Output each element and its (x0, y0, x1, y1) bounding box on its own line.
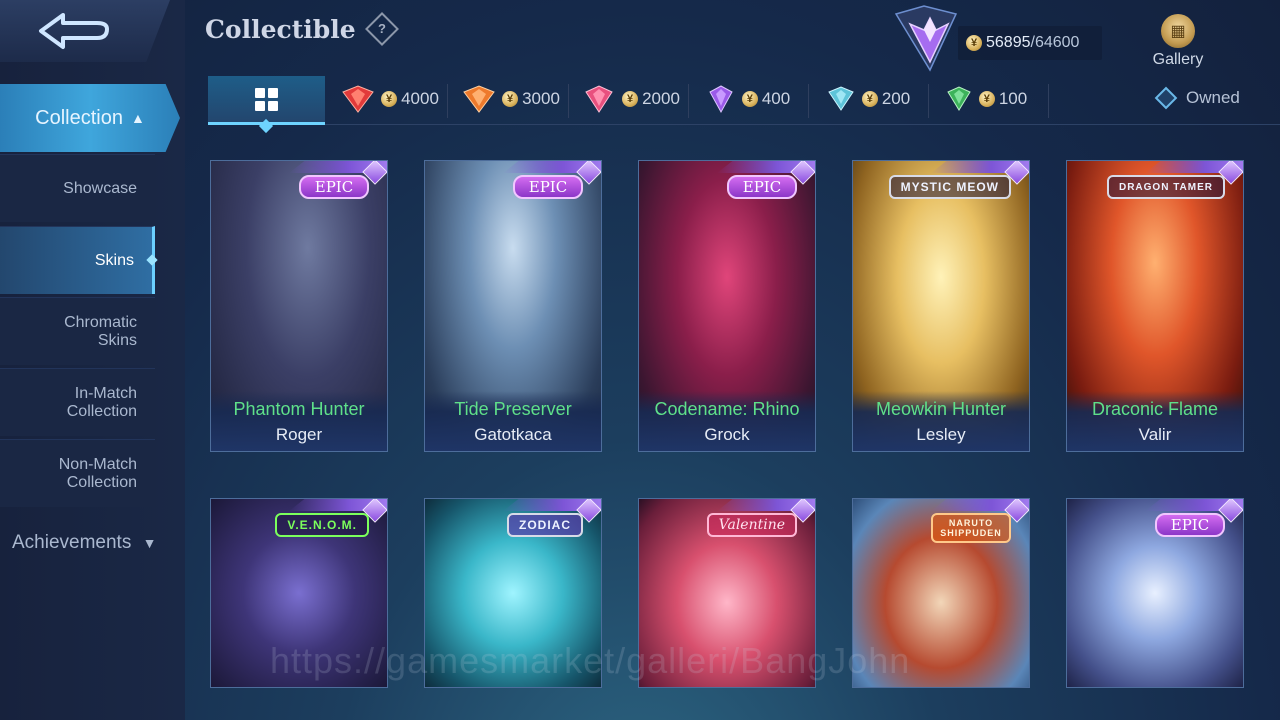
sidebar-item-chromatic-skins[interactable]: Chromatic Skins (0, 297, 155, 365)
sidebar: Collection ▲ Showcase Skins Chromatic Sk… (0, 0, 185, 720)
card-caption: Phantom Hunter Roger (211, 391, 387, 451)
skin-name: Codename: Rhino (654, 399, 800, 419)
tab-price: 400 (761, 89, 791, 108)
owned-label: Owned (1186, 88, 1240, 107)
active-tab-pointer-icon (258, 118, 274, 134)
sidebar-item-label: Non-Match Collection (58, 455, 137, 491)
skin-card[interactable]: EPIC Tide Preserver Gatotkaca (424, 160, 602, 452)
collection-nav-button[interactable]: Collection ▲ (0, 84, 180, 152)
tab-price-100[interactable]: ¥ 100 (936, 76, 1036, 122)
card-caption: Meowkin Hunter Lesley (853, 391, 1029, 451)
coin-icon: ¥ (741, 91, 758, 107)
orange-gem-icon (463, 85, 495, 113)
sidebar-item-skins[interactable]: Skins (0, 226, 158, 294)
gallery-label: Gallery (1152, 51, 1204, 68)
green-gem-icon (947, 86, 971, 111)
achievements-nav-button[interactable]: Achievements ▼ (12, 532, 156, 554)
currency-display: ¥ 56895 /64600 (958, 26, 1102, 60)
series-logo-badge: ZODIAC (507, 513, 583, 537)
coin-icon: ¥ (502, 91, 519, 107)
tab-price-400[interactable]: ¥ 400 (698, 76, 798, 122)
red-gem-icon (342, 85, 374, 113)
owned-filter-toggle[interactable]: Owned (1154, 86, 1240, 110)
teal-gem-icon (828, 86, 854, 111)
hero-name: Roger (275, 425, 323, 444)
series-logo-badge: NARUTO SHIPPUDEN (931, 513, 1011, 543)
skin-name: Tide Preserver (454, 399, 572, 419)
tier-badge: EPIC (513, 175, 583, 199)
tab-divider (808, 84, 809, 118)
coin-icon: ¥ (966, 35, 982, 51)
tab-price: 200 (881, 89, 911, 108)
tab-price: 100 (998, 89, 1028, 108)
series-logo-badge: DRAGON TAMER (1106, 175, 1225, 199)
card-caption: Tide Preserver Gatotkaca (425, 391, 601, 451)
purple-gem-icon (709, 85, 733, 114)
card-caption: Codename: Rhino Grock (639, 391, 815, 451)
tier-badge: EPIC (1155, 513, 1225, 537)
price-filter-tabs: ¥ 4000 ¥ 3000 ¥ 2000 ¥ 400 ¥ 200 ¥ 100 (208, 76, 1280, 134)
tier-badge: EPIC (727, 175, 797, 199)
hero-name: Valir (1138, 425, 1172, 444)
owned-diamond-icon (1154, 86, 1178, 110)
gallery-button[interactable]: ▦ Gallery (1148, 14, 1208, 69)
sidebar-item-in-match-collection[interactable]: In-Match Collection (0, 368, 155, 436)
tab-all[interactable] (208, 76, 325, 134)
skin-card[interactable]: EPIC (1066, 498, 1244, 688)
active-indicator-icon (146, 254, 158, 266)
skin-card[interactable]: DRAGON TAMER Draconic Flame Valir (1066, 160, 1244, 452)
back-arrow-icon (39, 13, 109, 49)
tab-price: 3000 (522, 89, 560, 108)
skin-name: Draconic Flame (1091, 399, 1219, 419)
tab-divider (447, 84, 448, 118)
hero-name: Lesley (916, 425, 966, 444)
coin-icon: ¥ (622, 91, 639, 107)
chevron-up-icon: ▲ (130, 110, 145, 126)
tab-price: 2000 (642, 89, 680, 108)
tier-badge: EPIC (299, 175, 369, 199)
currency-current: 56895 (986, 34, 1031, 51)
tab-divider (928, 84, 929, 118)
sidebar-item-label: Skins (94, 251, 134, 269)
skin-card[interactable]: EPIC Phantom Hunter Roger (210, 160, 388, 452)
tab-divider (1048, 84, 1049, 118)
hero-name: Grock (704, 425, 750, 444)
tab-price-3000[interactable]: ¥ 3000 (456, 76, 566, 122)
series-logo-badge: Valentine (706, 513, 797, 537)
sidebar-item-label: Showcase (63, 179, 137, 197)
tab-divider (568, 84, 569, 118)
currency-total: /64600 (1030, 34, 1080, 51)
tab-price-200[interactable]: ¥ 200 (818, 76, 918, 122)
help-icon: ? (378, 21, 386, 36)
tab-price: 4000 (401, 89, 439, 108)
back-button[interactable] (0, 0, 170, 62)
sidebar-item-label: In-Match Collection (66, 384, 137, 420)
series-logo-badge: V.E.N.O.M. (275, 513, 369, 537)
grid-icon (255, 87, 278, 111)
sidebar-item-showcase[interactable]: Showcase (0, 154, 155, 222)
coin-icon: ¥ (861, 91, 878, 107)
tab-price-4000[interactable]: ¥ 4000 (335, 76, 445, 122)
series-logo-badge: MYSTIC MEOW (888, 175, 1011, 199)
pink-gem-icon (585, 85, 613, 113)
coin-icon: ¥ (978, 91, 995, 107)
watermark-text: https://gamesmarket/galleri/BangJohn (270, 640, 911, 681)
chevron-down-icon: ▼ (142, 535, 157, 551)
page-title: Collectible (205, 15, 356, 44)
card-caption: Draconic Flame Valir (1067, 391, 1243, 451)
tab-divider (688, 84, 689, 118)
tab-price-2000[interactable]: ¥ 2000 (576, 76, 686, 122)
hero-name: Gatotkaca (474, 425, 552, 444)
skin-name: Phantom Hunter (233, 399, 365, 419)
coin-icon: ¥ (381, 91, 398, 107)
sidebar-item-label: Chromatic Skins (64, 313, 137, 349)
book-icon: ▦ (1161, 14, 1195, 48)
achievements-label: Achievements (12, 532, 132, 553)
help-button[interactable]: ? (365, 12, 399, 46)
skin-name: Meowkin Hunter (875, 399, 1007, 419)
skin-card[interactable]: EPIC Codename: Rhino Grock (638, 160, 816, 452)
sidebar-item-non-match-collection[interactable]: Non-Match Collection (0, 439, 155, 507)
skin-card[interactable]: MYSTIC MEOW Meowkin Hunter Lesley (852, 160, 1030, 452)
collection-label: Collection (35, 106, 123, 129)
